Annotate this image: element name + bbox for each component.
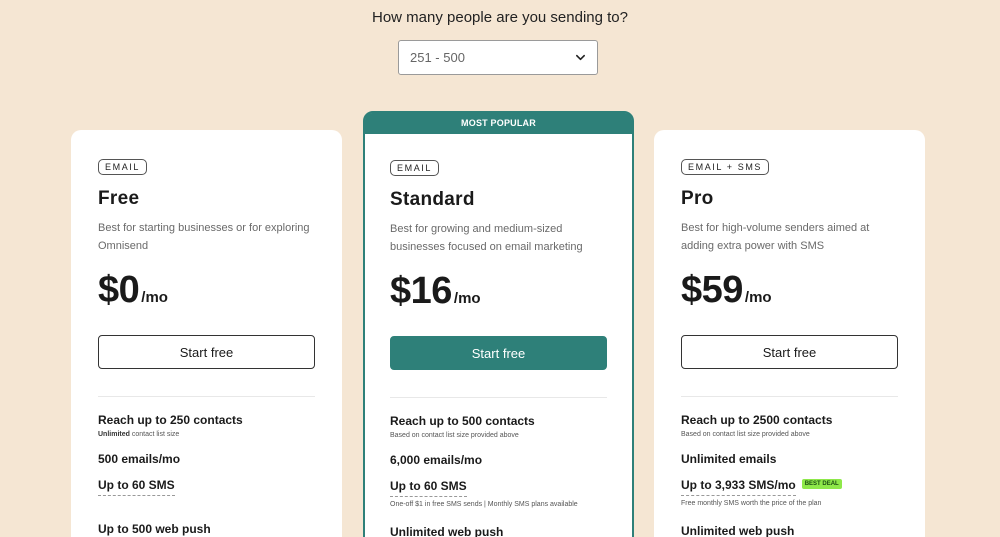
- plan-badge: EMAIL: [390, 160, 440, 176]
- feature-contacts: Reach up to 500 contacts: [390, 414, 535, 428]
- feature-web-push: Unlimited web push: [681, 524, 795, 537]
- plan-name: Free: [98, 188, 140, 209]
- start-free-button[interactable]: Start free: [681, 335, 898, 369]
- plan-price: $16 /mo: [390, 270, 607, 320]
- feature-sms[interactable]: Up to 3,933 SMS/mo: [681, 478, 796, 496]
- plan-card-pro: EMAIL + SMS Pro Best for high-volume sen…: [654, 130, 925, 537]
- plan-description: Best for high-volume senders aimed at ad…: [681, 222, 870, 252]
- feature-sms-sub: Free monthly SMS worth the price of the …: [681, 500, 822, 507]
- divider: [390, 397, 607, 398]
- feature-contacts-sub: Based on contact list size provided abov…: [390, 432, 519, 439]
- feature-web-push: Up to 500 web push: [98, 522, 211, 536]
- feature-contacts: Reach up to 2500 contacts: [681, 413, 833, 427]
- feature-contacts: Reach up to 250 contacts: [98, 413, 243, 427]
- chevron-down-icon: [576, 54, 585, 61]
- plan-card-standard: MOST POPULAR EMAIL Standard Best for gro…: [363, 111, 634, 537]
- price-amount: $59: [681, 269, 743, 311]
- plan-price: $0 /mo: [98, 269, 315, 319]
- feature-contacts-sub: Based on contact list size provided abov…: [681, 431, 810, 438]
- price-period: /mo: [453, 290, 481, 307]
- plan-card-free: EMAIL Free Best for starting businesses …: [71, 130, 342, 537]
- divider: [98, 396, 315, 397]
- price-amount: $0: [98, 269, 140, 311]
- most-popular-ribbon: MOST POPULAR: [365, 113, 632, 134]
- plan-description: Best for growing and medium-sized busine…: [390, 223, 583, 253]
- feature-emails: 500 emails/mo: [98, 452, 181, 466]
- feature-web-push: Unlimited web push: [390, 525, 504, 537]
- divider: [681, 396, 898, 397]
- audience-size-select[interactable]: 251 - 500: [398, 40, 598, 75]
- feature-sms[interactable]: Up to 60 SMS: [98, 478, 175, 496]
- price-amount: $16: [390, 270, 452, 312]
- plan-description: Best for starting businesses or for expl…: [98, 222, 310, 252]
- feature-contacts-sub: Unlimited contact list size: [98, 431, 315, 438]
- audience-size-question: How many people are you sending to?: [372, 9, 628, 26]
- feature-sms-sub: One-off $1 in free SMS sends | Monthly S…: [390, 501, 578, 508]
- feature-contacts-sub-bold: Unlimited: [98, 431, 130, 438]
- best-deal-badge: BEST DEAL: [801, 478, 842, 489]
- plan-price: $59 /mo: [681, 269, 898, 319]
- feature-contacts-sub-text: contact list size: [129, 431, 180, 438]
- feature-sms[interactable]: Up to 60 SMS: [390, 479, 467, 497]
- plan-badge: EMAIL: [98, 159, 148, 175]
- price-period: /mo: [141, 289, 168, 306]
- start-free-button[interactable]: Start free: [98, 335, 315, 369]
- feature-emails: Unlimited emails: [681, 452, 777, 466]
- start-free-button[interactable]: Start free: [390, 336, 607, 370]
- feature-emails: 6,000 emails/mo: [390, 453, 483, 467]
- plan-name: Pro: [681, 188, 714, 209]
- price-period: /mo: [744, 289, 772, 306]
- plan-name: Standard: [390, 189, 475, 210]
- audience-size-value: 251 - 500: [410, 50, 465, 65]
- plan-badge: EMAIL + SMS: [681, 159, 770, 175]
